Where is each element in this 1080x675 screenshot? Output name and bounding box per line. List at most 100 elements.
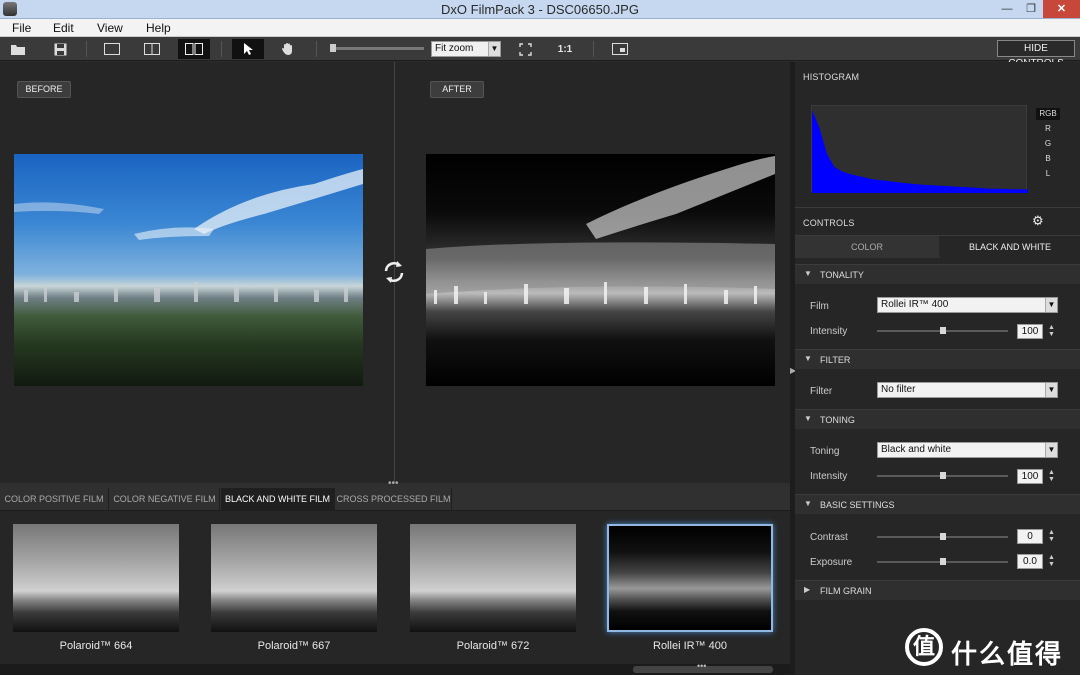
tab-black-and-white-film[interactable]: BLACK AND WHITE FILM (221, 488, 335, 511)
histogram-plot (812, 110, 1028, 193)
cursor-arrow-icon (244, 43, 253, 55)
window-title: DxO FilmPack 3 - DSC06650.JPG (441, 2, 639, 17)
tonality-intensity-value[interactable]: 100 (1017, 324, 1043, 339)
maximize-button[interactable]: ❐ (1019, 0, 1043, 18)
filter-select[interactable]: No filter ▼ (877, 382, 1058, 398)
fullscreen-preview-button[interactable] (609, 39, 631, 59)
title-bar: DxO FilmPack 3 - DSC06650.JPG — ❐ ✕ (0, 0, 1080, 19)
zoom-slider-knob[interactable] (330, 44, 336, 52)
chevron-down-icon: ▼ (1045, 298, 1057, 312)
before-image-detail (14, 169, 363, 302)
section-title: TONALITY (820, 270, 864, 280)
stepper-arrows-icon[interactable]: ▲ ▼ (1048, 469, 1055, 483)
film-label: Film (810, 301, 829, 312)
zoom-100-button[interactable]: 1:1 (552, 39, 578, 59)
stepper-arrows-icon[interactable]: ▲ ▼ (1048, 324, 1055, 338)
film-select[interactable]: Rollei IR™ 400 ▼ (877, 297, 1058, 313)
zoom-select-value: Fit zoom (435, 43, 474, 54)
chevron-down-icon: ▼ (488, 42, 500, 56)
tab-color[interactable]: COLOR (795, 236, 939, 258)
chevron-down-icon: ▼ (1045, 383, 1057, 397)
single-view-icon (104, 43, 120, 55)
zoom-select[interactable]: Fit zoom ▼ (431, 41, 501, 57)
watermark: 值 什么值得买 (905, 628, 1075, 670)
histogram-title: HISTOGRAM (803, 72, 860, 82)
contrast-label: Contrast (810, 532, 848, 543)
gear-icon[interactable]: ⚙ (1032, 213, 1044, 229)
thumbnail-rollei-ir-400[interactable] (607, 524, 773, 632)
histogram-channel-r[interactable]: R (1036, 123, 1060, 135)
zoom-slider[interactable] (330, 47, 424, 50)
toning-intensity-knob[interactable] (940, 472, 946, 479)
section-title: FILTER (820, 355, 851, 365)
menu-edit[interactable]: Edit (53, 21, 74, 35)
select-tool-button[interactable] (232, 39, 264, 59)
basic-settings-section-header[interactable]: ▼ BASIC SETTINGS (795, 494, 1080, 514)
scrollbar-grip: ••• (697, 661, 707, 671)
fit-screen-button[interactable] (515, 39, 535, 59)
after-image (426, 154, 775, 386)
intensity-label: Intensity (810, 471, 848, 482)
thumbnail-polaroid-664[interactable] (13, 524, 179, 632)
sync-views-icon[interactable] (380, 258, 408, 286)
histogram-channel-g[interactable]: G (1036, 138, 1060, 150)
before-label: BEFORE (17, 81, 71, 98)
controls-title: CONTROLS (803, 218, 855, 228)
stepper-arrows-icon[interactable]: ▲ ▼ (1048, 529, 1055, 543)
histogram-channel-l[interactable]: L (1036, 168, 1060, 180)
menu-bar: File Edit View Help (0, 19, 1080, 37)
histogram-chart (811, 105, 1028, 193)
collapse-triangle-icon: ▼ (804, 269, 812, 278)
close-button[interactable]: ✕ (1043, 0, 1080, 18)
histogram-channel-b[interactable]: B (1036, 153, 1060, 165)
expand-triangle-icon: ▶ (804, 585, 811, 594)
thumbnail-polaroid-672[interactable] (410, 524, 576, 632)
tab-color-negative-film[interactable]: COLOR NEGATIVE FILM (110, 488, 220, 511)
tonality-intensity-knob[interactable] (940, 327, 946, 334)
after-image-detail (426, 156, 775, 304)
contrast-knob[interactable] (940, 533, 946, 540)
collapse-triangle-icon: ▼ (804, 414, 812, 423)
menu-file[interactable]: File (12, 21, 31, 35)
contrast-value[interactable]: 0 (1017, 529, 1043, 544)
save-icon (54, 43, 66, 55)
watermark-logo: 值 (905, 628, 943, 666)
tonality-section-header[interactable]: ▼ TONALITY (795, 264, 1080, 284)
toning-label: Toning (810, 446, 840, 457)
thumbnail-label: Polaroid™ 667 (257, 640, 331, 652)
exposure-value[interactable]: 0.0 (1017, 554, 1043, 569)
thumbnail-polaroid-667[interactable] (211, 524, 377, 632)
section-title: FILM GRAIN (820, 586, 872, 596)
filter-section-header[interactable]: ▼ FILTER (795, 349, 1080, 369)
toning-intensity-value[interactable]: 100 (1017, 469, 1043, 484)
minimize-button[interactable]: — (995, 0, 1019, 18)
menu-view[interactable]: View (97, 21, 123, 35)
side-by-side-view-button[interactable] (178, 39, 210, 59)
hide-controls-button[interactable]: HIDE CONTROLS (997, 40, 1075, 69)
tab-color-positive-film[interactable]: COLOR POSITIVE FILM (0, 488, 109, 511)
hand-tool-button[interactable] (278, 39, 298, 59)
collapse-triangle-icon: ▼ (804, 354, 812, 363)
tab-black-and-white[interactable]: BLACK AND WHITE (940, 236, 1080, 258)
stepper-arrows-icon[interactable]: ▲ ▼ (1048, 554, 1055, 568)
thumbnail-label: Polaroid™ 664 (59, 640, 133, 652)
histogram-rgb-area (812, 110, 1028, 193)
toning-section-header[interactable]: ▼ TONING (795, 409, 1080, 429)
film-grain-section-header[interactable]: ▶ FILM GRAIN (795, 580, 1080, 600)
watermark-text: 什么值得买 (951, 639, 1064, 669)
save-button[interactable] (50, 39, 70, 59)
open-folder-button[interactable] (8, 39, 28, 59)
menu-help[interactable]: Help (146, 21, 171, 35)
tab-cross-processed-film[interactable]: CROSS PROCESSED FILM (336, 488, 452, 511)
single-view-button[interactable] (102, 39, 122, 59)
exposure-knob[interactable] (940, 558, 946, 565)
toning-select[interactable]: Black and white ▼ (877, 442, 1058, 458)
toolbar (0, 37, 1080, 61)
collapse-triangle-icon: ▼ (804, 499, 812, 508)
split-view-button[interactable] (142, 39, 162, 59)
expand-icon (518, 42, 532, 56)
section-title: TONING (820, 415, 855, 425)
side-by-side-icon (185, 43, 203, 55)
histogram-channel-rgb[interactable]: RGB (1036, 108, 1060, 120)
toning-select-value: Black and white (881, 444, 952, 455)
